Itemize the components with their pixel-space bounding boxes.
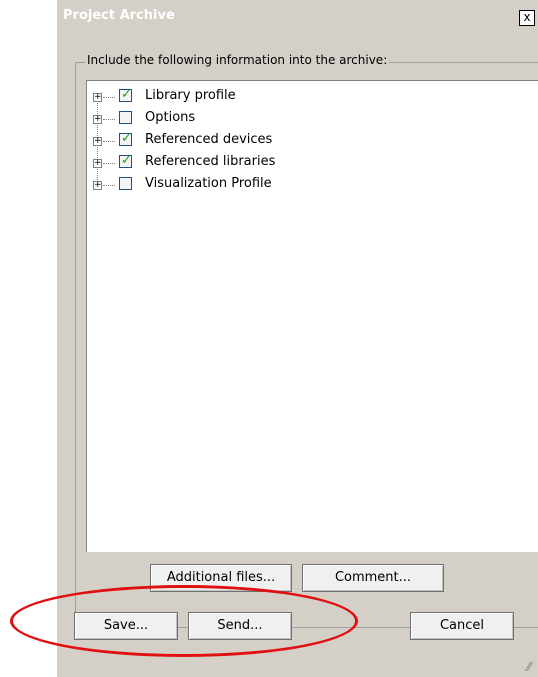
resize-grip-icon[interactable]: ⁄⁄ — [527, 660, 531, 674]
save-button[interactable]: Save... — [74, 612, 178, 640]
tree-connector — [103, 163, 115, 164]
close-icon: x — [523, 10, 531, 24]
group-label: Include the following information into t… — [85, 53, 390, 67]
tree-connector — [103, 119, 115, 120]
tree-item-options[interactable]: + Options — [87, 108, 387, 130]
options-checkbox[interactable] — [119, 111, 132, 124]
tree-item-label: Options — [145, 110, 196, 125]
expand-icon[interactable]: + — [93, 137, 102, 146]
comment-button[interactable]: Comment... — [302, 564, 444, 592]
tree-item-library-profile[interactable]: + ✓ Library profile — [87, 86, 387, 108]
window-title: Project Archive — [63, 8, 175, 23]
checkmark-icon: ✓ — [121, 87, 132, 102]
visualization-profile-checkbox[interactable] — [119, 177, 132, 190]
tree-item-label: Referenced devices — [145, 132, 273, 147]
tree-item-referenced-devices[interactable]: + ✓ Referenced devices — [87, 130, 387, 152]
title-bar: Project Archive x — [57, 0, 538, 31]
send-button[interactable]: Send... — [188, 612, 292, 640]
archive-tree[interactable]: + ✓ Library profile + Options + ✓ Refere… — [86, 80, 538, 552]
tree-connector — [103, 185, 115, 186]
close-button[interactable]: x — [519, 10, 535, 26]
additional-files-button[interactable]: Additional files... — [150, 564, 292, 592]
referenced-devices-checkbox[interactable]: ✓ — [119, 131, 132, 146]
referenced-libraries-checkbox[interactable]: ✓ — [119, 153, 132, 168]
library-profile-checkbox[interactable]: ✓ — [119, 87, 132, 102]
tree-item-label: Library profile — [145, 88, 236, 103]
checkmark-icon: ✓ — [121, 153, 132, 168]
expand-icon[interactable]: + — [93, 159, 102, 168]
expand-icon[interactable]: + — [93, 115, 102, 124]
cancel-button[interactable]: Cancel — [410, 612, 514, 640]
tree-item-referenced-libraries[interactable]: + ✓ Referenced libraries — [87, 152, 387, 174]
expand-icon[interactable]: + — [93, 181, 102, 190]
tree-connector — [103, 97, 115, 98]
tree-item-label: Visualization Profile — [145, 176, 272, 191]
expand-icon[interactable]: + — [93, 93, 102, 102]
tree-item-label: Referenced libraries — [145, 154, 276, 169]
checkmark-icon: ✓ — [121, 131, 132, 146]
tree-item-visualization-profile[interactable]: + Visualization Profile — [87, 174, 387, 196]
project-archive-dialog: Project Archive x Include the following … — [57, 0, 538, 677]
tree-connector — [103, 141, 115, 142]
